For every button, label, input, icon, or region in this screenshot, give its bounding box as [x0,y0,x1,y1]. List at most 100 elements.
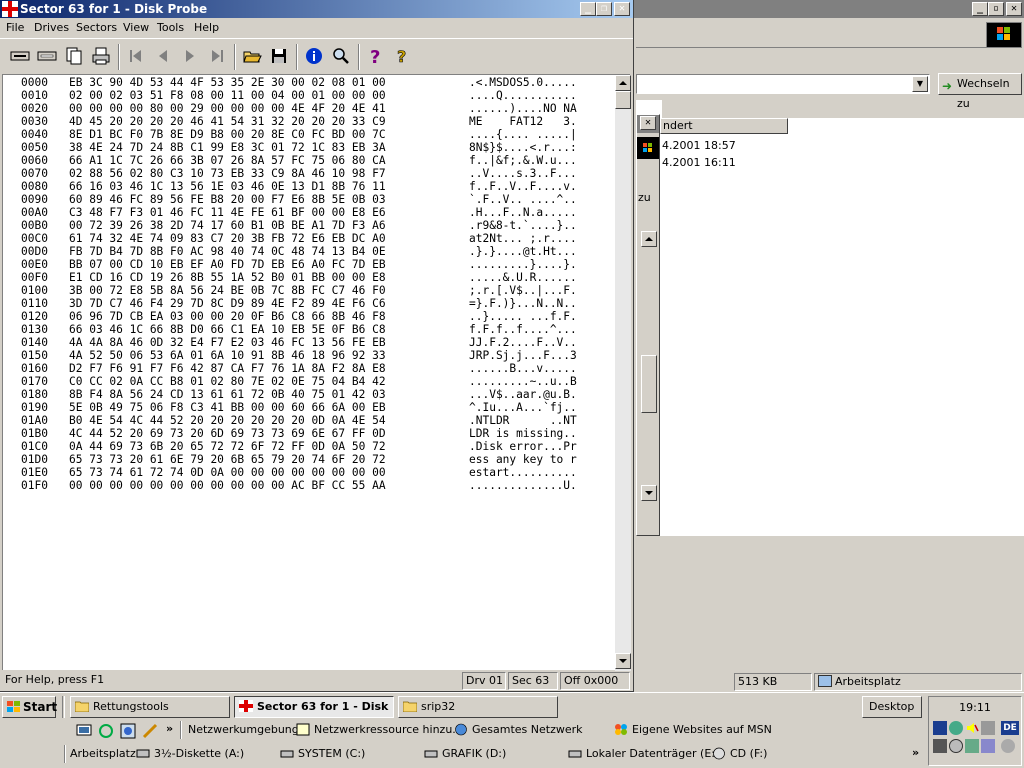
link-arbeitsplatz[interactable]: Arbeitsplatz [52,746,136,762]
copy-button[interactable] [62,44,86,68]
shield-icon[interactable] [933,721,947,735]
dialog-scroll-up[interactable] [641,231,657,247]
drive-a[interactable]: 3½-Diskette (A:) [136,746,244,762]
hex-row[interactable]: 0170 C0 CC 02 0A CC B8 01 02 80 7E 02 0E … [3,375,615,388]
show-desktop-icon[interactable] [76,723,94,739]
minimize-button[interactable]: _ [580,2,596,16]
list-item[interactable]: 4.2001 18:57 [662,139,736,152]
drive-e[interactable]: Lokaler Datenträger (E:) [568,746,719,762]
hex-row[interactable]: 0140 4A 4A 8A 46 0D 32 E4 F7 E2 03 46 FC … [3,336,615,349]
menu-tools[interactable]: Tools [153,19,188,37]
hex-row[interactable]: 0190 5E 0B 49 75 06 F8 C3 41 BB 00 00 60 … [3,401,615,414]
main-titlebar[interactable]: Sector 63 for 1 - Disk Probe _ ❐ ✕ [0,0,633,18]
column-header-modified[interactable]: ndert [660,118,788,134]
dialog-titlebar[interactable]: ✕ [637,115,659,133]
hex-row[interactable]: 0060 66 A1 1C 7C 26 66 3B 07 26 8A 57 FC … [3,154,615,167]
dialog-close-button[interactable]: ✕ [640,116,656,130]
hex-row[interactable]: 01B0 4C 44 52 20 69 73 20 6D 69 73 73 69 … [3,427,615,440]
close-button[interactable]: ✕ [1006,2,1022,16]
hex-row[interactable]: 00B0 00 72 39 26 38 2D 74 17 60 B1 0B BE … [3,219,615,232]
hex-row[interactable]: 0150 4A 52 50 06 53 6A 01 6A 10 91 8B 46 … [3,349,615,362]
background-window-titlebar[interactable]: _ ▫ ✕ [634,0,1024,18]
antivirus-icon[interactable] [965,739,979,753]
drive-c[interactable]: SYSTEM (C:) [280,746,365,762]
hex-row[interactable]: 01D0 65 73 73 20 61 6E 79 20 6B 65 79 20 … [3,453,615,466]
dialog-scroll-thumb[interactable] [641,355,657,413]
menu-sectors[interactable]: Sectors [72,19,121,37]
link-netzwerkumgebung[interactable]: Netzwerkumgebung [170,722,299,738]
hex-row[interactable]: 00A0 C3 48 F7 F3 01 46 FC 11 4E FE 61 BF … [3,206,615,219]
volume-icon[interactable] [965,721,979,735]
task-srip32[interactable]: srip32 [398,696,558,718]
scroll-up-button[interactable] [615,75,631,91]
hex-row[interactable]: 01C0 0A 44 69 73 6B 20 65 72 72 6F 72 FF … [3,440,615,453]
hex-row[interactable]: 01E0 65 73 74 61 72 74 0D 0A 00 00 00 00 … [3,466,615,479]
address-input[interactable]: ▼ [636,74,930,94]
info-button[interactable] [302,44,326,68]
maximize-button[interactable]: ▫ [988,2,1004,16]
go-button[interactable]: ➜ Wechseln zu [938,73,1022,110]
hex-row[interactable]: 00D0 FB 7D B4 7D 8B F0 AC 98 40 74 0C 48 … [3,245,615,258]
menu-view[interactable]: View [119,19,153,37]
hex-row[interactable]: 0120 06 96 7D CB EA 03 00 00 20 0F B6 C8 … [3,310,615,323]
next-sector-button[interactable] [178,44,202,68]
speaker-icon[interactable] [1001,739,1015,753]
clock[interactable]: 19:11 [929,701,1021,714]
hex-row[interactable]: 00F0 E1 CD 16 CD 19 26 8B 55 1A 52 B0 01 … [3,271,615,284]
monitor-icon[interactable] [981,739,995,753]
last-sector-button[interactable] [205,44,229,68]
list-item[interactable]: 4.2001 16:11 [662,156,736,169]
internet-explorer-icon[interactable] [120,723,138,739]
link-netzwerkressource[interactable]: Netzwerkressource hinzu... [296,722,463,738]
drives-overflow-chevron[interactable]: » [912,746,919,759]
hex-row[interactable]: 00E0 BB 07 00 CD 10 EB EF A0 FD 7D EB E6 … [3,258,615,271]
hex-dump[interactable]: 0000 EB 3C 90 4D 53 44 4F 53 35 2E 30 00 … [3,76,615,492]
device-icon[interactable] [933,739,947,753]
hex-row[interactable]: 0160 D2 F7 F6 91 F7 F6 42 87 CA F7 76 1A … [3,362,615,375]
first-sector-button[interactable] [124,44,148,68]
hex-row[interactable]: 0000 EB 3C 90 4D 53 44 4F 53 35 2E 30 00 … [3,76,615,89]
hex-row[interactable]: 0080 66 16 03 46 1C 13 56 1E 03 46 0E 13 … [3,180,615,193]
address-dropdown-button[interactable]: ▼ [912,76,928,92]
hex-row[interactable]: 0100 3B 00 72 E8 5B 8A 56 24 BE 0B 7C 8B … [3,284,615,297]
restore-button[interactable]: ❐ [596,2,612,16]
taskbar-grip[interactable] [62,696,65,718]
hex-row[interactable]: 0110 3D 7D C7 46 F4 29 7D 8C D9 89 4E F2 … [3,297,615,310]
scroll-down-button[interactable] [615,653,631,669]
link-msn[interactable]: Eigene Websites auf MSN [614,722,772,738]
search-button[interactable] [329,44,353,68]
refresh-icon[interactable] [98,723,116,739]
hex-row[interactable]: 0050 38 4E 24 7D 24 8B C1 99 E8 3C 01 72 … [3,141,615,154]
hex-row[interactable]: 0180 8B F4 8A 56 24 CD 13 61 61 72 0B 40 … [3,388,615,401]
language-indicator[interactable]: DE [1001,721,1019,735]
printer-icon[interactable] [981,721,995,735]
hex-row[interactable]: 0130 66 03 46 1C 66 8B D0 66 C1 EA 10 EB … [3,323,615,336]
hex-row[interactable]: 01F0 00 00 00 00 00 00 00 00 00 00 00 AC … [3,479,615,492]
hex-row[interactable]: 0040 8E D1 BC F0 7B 8E D9 B8 00 20 8E C0 … [3,128,615,141]
save-button[interactable] [267,44,291,68]
dialog-button-label[interactable]: zu [638,191,651,204]
disc-icon[interactable] [949,739,963,753]
tools-icon[interactable] [142,723,160,739]
hex-row[interactable]: 01A0 B0 4E 54 4C 44 52 20 20 20 20 20 20 … [3,414,615,427]
desktop-toolbar-button[interactable]: Desktop [862,696,922,718]
drive-d[interactable]: GRAFIK (D:) [424,746,506,762]
link-gesamtes-netzwerk[interactable]: Gesamtes Netzwerk [454,722,583,738]
hex-row[interactable]: 0030 4D 45 20 20 20 20 46 41 54 31 32 20 … [3,115,615,128]
menu-help[interactable]: Help [190,19,223,37]
hex-row[interactable]: 0090 60 89 46 FC 89 56 FE B8 20 00 F7 E6 … [3,193,615,206]
open-file-button[interactable] [240,44,264,68]
hex-row[interactable]: 0020 00 00 00 00 80 00 29 00 00 00 00 4E … [3,102,615,115]
menu-drives[interactable]: Drives [30,19,73,37]
hex-row[interactable]: 0070 02 88 56 02 80 C3 10 73 EB 33 C9 8A … [3,167,615,180]
dialog-scroll-down[interactable] [641,485,657,501]
task-disk-probe[interactable]: Sector 63 for 1 - Disk ... [234,696,394,718]
help-button[interactable]: ? [364,44,388,68]
close-button[interactable]: ✕ [614,2,630,16]
scroll-thumb[interactable] [615,91,631,109]
context-help-button[interactable]: ? [391,44,415,68]
menu-file[interactable]: File [2,19,28,37]
read-sector-button[interactable] [8,44,32,68]
hex-row[interactable]: 0010 02 00 02 03 51 F8 08 00 11 00 04 00 … [3,89,615,102]
write-sector-button[interactable] [35,44,59,68]
